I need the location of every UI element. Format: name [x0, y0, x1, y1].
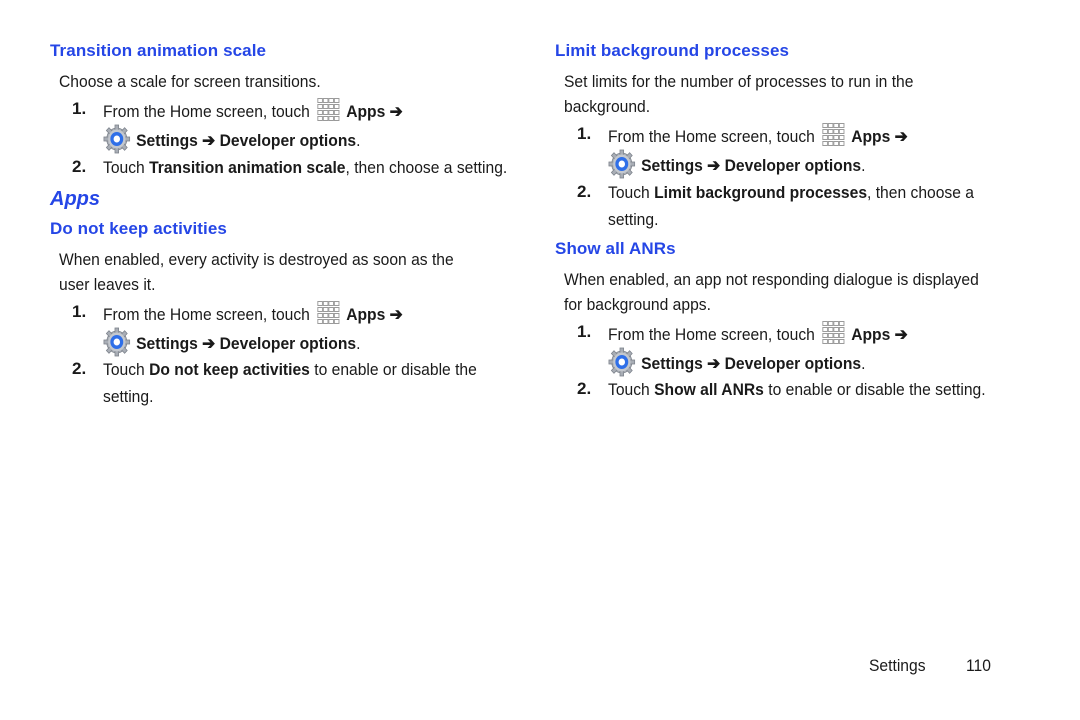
apps-grid-icon	[316, 97, 340, 123]
step1-text: From the Home screen, touch Apps ➔	[103, 97, 403, 124]
step-number: 1.	[577, 322, 592, 341]
step1-text: From the Home screen, touch Apps ➔	[608, 122, 908, 149]
limit-bg-description-line2: background.	[564, 97, 651, 116]
apps-label: Apps	[851, 127, 891, 146]
settings-gear-icon	[608, 347, 636, 377]
step2-post: to enable or disable the setting.	[763, 380, 986, 399]
step2-setting-name: Limit background processes	[654, 183, 868, 202]
arrow-icon: ➔	[707, 156, 721, 175]
step1-prefix: From the Home screen, touch	[608, 127, 815, 146]
apps-grid-icon	[821, 122, 845, 148]
apps-grid-icon	[821, 320, 845, 346]
step-number: 2.	[577, 379, 592, 398]
developer-options-label: Developer options	[724, 156, 862, 175]
period: .	[861, 354, 866, 373]
arrow-icon: ➔	[202, 334, 216, 353]
show-anrs-description-line2: for background apps.	[564, 295, 711, 314]
step-number: 2.	[72, 359, 87, 378]
apps-label: Apps	[346, 305, 386, 324]
step-number: 2.	[72, 157, 87, 176]
period: .	[356, 334, 361, 353]
page-number: 110	[966, 656, 991, 675]
show-anrs-description-line1: When enabled, an app not responding dial…	[564, 270, 979, 289]
step-number: 2.	[577, 182, 592, 201]
show-all-anrs-heading: Show all ANRs	[555, 239, 676, 258]
footer-section-name: Settings	[869, 656, 926, 675]
step2-pre: Touch	[608, 380, 655, 399]
step2-post: to enable or disable the	[309, 360, 477, 379]
transition-description: Choose a scale for screen transitions.	[59, 72, 321, 91]
step-number: 1.	[72, 99, 87, 118]
arrow-icon: ➔	[894, 127, 908, 146]
arrow-icon: ➔	[707, 354, 721, 373]
step1-settings-path: Settings ➔ Developer options.	[103, 327, 360, 357]
limit-background-processes-heading: Limit background processes	[555, 41, 790, 60]
step2-post: , then choose a setting.	[345, 158, 508, 177]
step2-setting-name: Transition animation scale	[149, 158, 346, 177]
limit-bg-description-line1: Set limits for the number of processes t…	[564, 72, 914, 91]
settings-label: Settings	[641, 156, 703, 175]
step-number: 1.	[577, 124, 592, 143]
step-number: 1.	[72, 302, 87, 321]
developer-options-label: Developer options	[219, 131, 357, 150]
step1-settings-path: Settings ➔ Developer options.	[608, 149, 865, 179]
apps-label: Apps	[346, 102, 386, 121]
transition-animation-scale-heading: Transition animation scale	[50, 41, 267, 60]
settings-gear-icon	[608, 149, 636, 179]
apps-section-title: Apps	[50, 188, 100, 210]
step1-prefix: From the Home screen, touch	[103, 102, 310, 121]
period: .	[356, 131, 361, 150]
step2-setting-name: Do not keep activities	[149, 360, 310, 379]
do-not-keep-description-line2: user leaves it.	[59, 275, 156, 294]
apps-label: Apps	[851, 325, 891, 344]
do-not-keep-description-line1: When enabled, every activity is destroye…	[59, 250, 454, 269]
do-not-keep-activities-heading: Do not keep activities	[50, 219, 227, 238]
step2-pre: Touch	[103, 158, 150, 177]
period: .	[861, 156, 866, 175]
step2-setting-name: Show all ANRs	[654, 380, 764, 399]
step2-text: Touch Limit background processes, then c…	[608, 180, 974, 205]
step2-text: Touch Transition animation scale, then c…	[103, 155, 507, 180]
step2-text-line2: setting.	[103, 387, 154, 406]
step2-text: Touch Do not keep activities to enable o…	[103, 357, 477, 382]
arrow-icon: ➔	[389, 305, 403, 324]
step1-settings-path: Settings ➔ Developer options.	[608, 347, 865, 377]
step2-post: , then choose a	[867, 183, 974, 202]
step1-settings-path: Settings ➔ Developer options.	[103, 124, 360, 154]
settings-label: Settings	[641, 354, 703, 373]
settings-gear-icon	[103, 327, 131, 357]
step2-text-line2: setting.	[608, 210, 659, 229]
arrow-icon: ➔	[894, 325, 908, 344]
step2-pre: Touch	[103, 360, 150, 379]
step2-pre: Touch	[608, 183, 655, 202]
settings-gear-icon	[103, 124, 131, 154]
arrow-icon: ➔	[202, 131, 216, 150]
settings-label: Settings	[136, 131, 198, 150]
arrow-icon: ➔	[389, 102, 403, 121]
apps-grid-icon	[316, 300, 340, 326]
step1-prefix: From the Home screen, touch	[103, 305, 310, 324]
step1-text: From the Home screen, touch Apps ➔	[103, 300, 403, 327]
step1-prefix: From the Home screen, touch	[608, 325, 815, 344]
settings-label: Settings	[136, 334, 198, 353]
step1-text: From the Home screen, touch Apps ➔	[608, 320, 908, 347]
developer-options-label: Developer options	[219, 334, 357, 353]
developer-options-label: Developer options	[724, 354, 862, 373]
step2-text: Touch Show all ANRs to enable or disable…	[608, 377, 986, 402]
